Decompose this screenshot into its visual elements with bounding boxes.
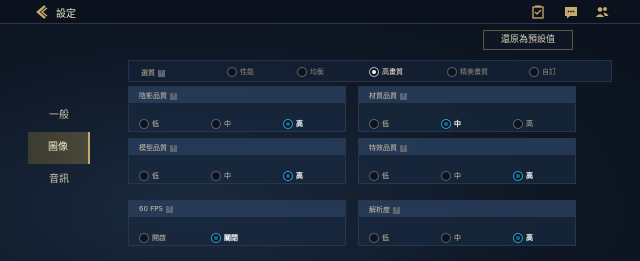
option-high[interactable]: 高	[283, 113, 303, 132]
model-quality-panel: 模型品質? 低 中 高	[128, 138, 346, 184]
settings-sidebar: 一般 圖像 音訊	[28, 100, 90, 196]
option-low[interactable]: 低	[139, 113, 159, 132]
preset-option-custom[interactable]: 自訂	[529, 67, 556, 77]
preset-option-high[interactable]: 高畫質	[369, 67, 403, 77]
preset-option-ultra[interactable]: 精美畫質	[447, 67, 488, 77]
panel-title: 特效品質?	[359, 139, 575, 155]
radio-icon	[211, 170, 221, 181]
option-low[interactable]: 低	[369, 165, 389, 184]
effects-quality-panel: 特效品質? 低 中 高	[358, 138, 576, 184]
info-icon[interactable]: ?	[170, 144, 177, 152]
radio-selected-icon	[211, 232, 221, 243]
friends-icon[interactable]	[595, 4, 609, 18]
radio-icon	[297, 67, 307, 77]
shadow-quality-panel: 陰影品質? 低 中 高	[128, 86, 346, 132]
info-icon[interactable]: ?	[400, 92, 407, 100]
radio-icon	[447, 67, 457, 77]
radio-icon	[369, 232, 379, 243]
preset-option-performance[interactable]: 性能	[227, 67, 254, 77]
radio-icon	[227, 67, 237, 77]
option-medium[interactable]: 中	[441, 113, 461, 132]
option-on[interactable]: 開啟	[139, 227, 166, 246]
option-medium[interactable]: 中	[211, 113, 231, 132]
option-off[interactable]: 關閉	[211, 227, 238, 246]
texture-quality-panel: 材質品質? 低 中 高	[358, 86, 576, 132]
radio-selected-icon	[283, 170, 293, 181]
option-high[interactable]: 高	[283, 165, 303, 184]
info-icon[interactable]: ?	[165, 205, 173, 213]
sidebar-item-graphics[interactable]: 圖像	[28, 132, 90, 164]
radio-icon	[369, 118, 379, 129]
radio-icon	[139, 232, 149, 243]
panel-title: 60 FPS?	[129, 201, 345, 217]
radio-icon	[211, 118, 221, 129]
option-low[interactable]: 低	[139, 165, 159, 184]
radio-selected-icon	[369, 67, 379, 77]
top-bar: 設定	[0, 0, 640, 24]
option-medium[interactable]: 中	[441, 165, 461, 184]
preset-option-balanced[interactable]: 均衡	[297, 67, 324, 77]
option-medium[interactable]: 中	[441, 227, 461, 246]
page-title: 設定	[56, 9, 76, 20]
preset-label: 選質?	[141, 68, 165, 78]
option-low[interactable]: 低	[369, 227, 389, 246]
panel-title: 陰影品質?	[129, 87, 345, 103]
option-high[interactable]: 高	[513, 113, 533, 132]
radio-selected-icon	[283, 118, 293, 129]
radio-icon	[441, 170, 451, 181]
panel-title: 模型品質?	[129, 139, 345, 155]
mission-icon[interactable]	[531, 4, 545, 19]
resolution-panel: 解析度? 低 中 高	[358, 200, 576, 246]
option-high[interactable]: 高	[513, 227, 533, 246]
reset-defaults-button[interactable]: 還原為預設值	[483, 30, 573, 50]
sidebar-item-general[interactable]: 一般	[28, 100, 90, 132]
back-button[interactable]	[34, 4, 50, 20]
radio-icon	[529, 67, 539, 77]
info-icon[interactable]: ?	[158, 69, 165, 77]
radio-icon	[139, 170, 149, 181]
option-medium[interactable]: 中	[211, 165, 231, 184]
radio-icon	[139, 118, 149, 129]
radio-selected-icon	[441, 118, 451, 129]
radio-icon	[513, 118, 523, 129]
back-arrow-icon	[36, 5, 48, 19]
info-icon[interactable]: ?	[170, 92, 177, 100]
sidebar-item-audio[interactable]: 音訊	[28, 164, 90, 196]
radio-selected-icon	[513, 232, 523, 243]
quality-preset-row: 選質? 性能 均衡 高畫質 精美畫質 自訂	[128, 60, 612, 82]
radio-selected-icon	[513, 170, 523, 181]
fps-panel: 60 FPS? 開啟 關閉	[128, 200, 346, 246]
chat-icon[interactable]	[564, 4, 578, 19]
radio-icon	[369, 170, 379, 181]
option-low[interactable]: 低	[369, 113, 389, 132]
option-high[interactable]: 高	[513, 165, 533, 184]
panel-title: 解析度?	[359, 201, 575, 217]
panel-title: 材質品質?	[359, 87, 575, 103]
info-icon[interactable]: ?	[400, 144, 407, 152]
info-icon[interactable]: ?	[393, 206, 400, 214]
radio-icon	[441, 232, 451, 243]
